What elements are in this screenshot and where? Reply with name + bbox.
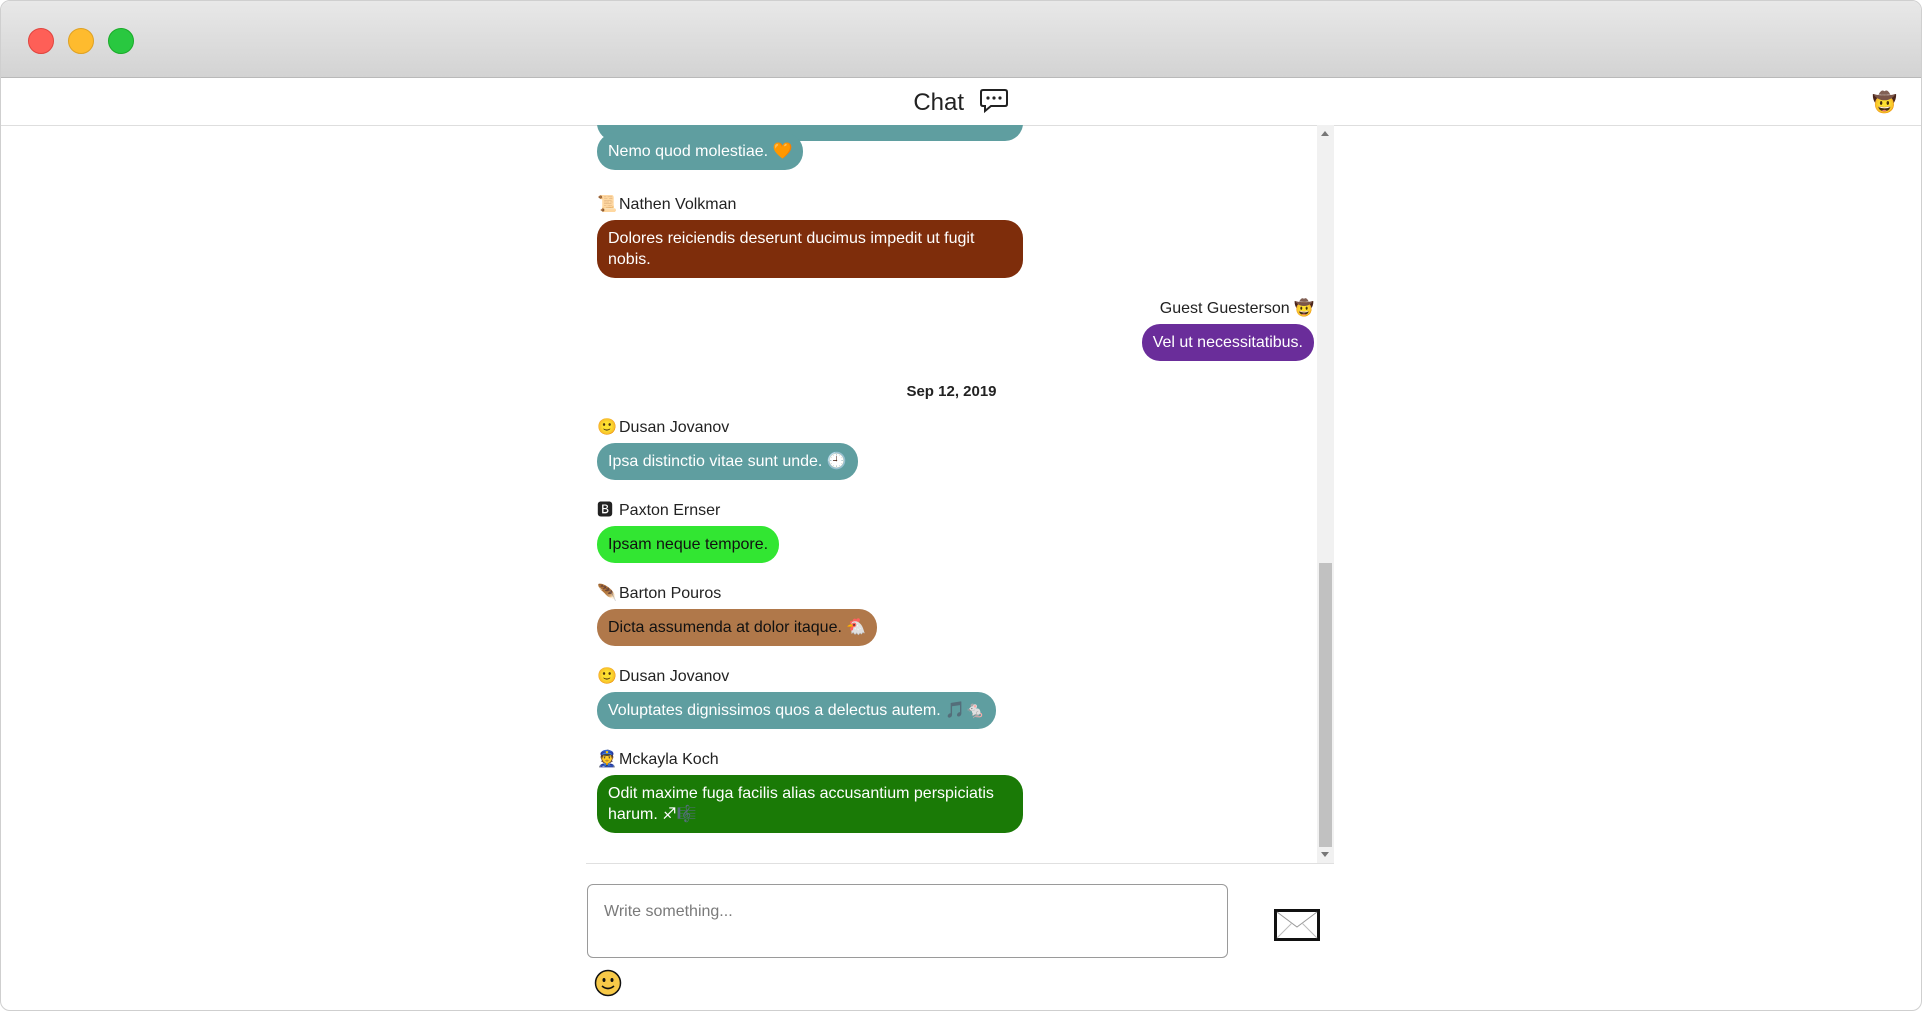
music-note-icon: 🎵🐁 (945, 702, 985, 719)
message-sender: 🙂 Dusan Jovanov (597, 667, 996, 687)
b-button-icon: 🅱 (597, 502, 614, 519)
message-text: Vel ut necessitatibus. (1152, 334, 1303, 351)
message-bubble: Nemo quod molestiae. 🧡 (597, 133, 804, 170)
sender-name: Dusan Jovanov (619, 668, 730, 685)
scroll-down-arrow-icon[interactable] (1321, 852, 1329, 857)
list-item: Nemo quod molestiae. 🧡 (597, 133, 804, 170)
message-bubble: Odit maxime fuga facilis alias accusanti… (597, 775, 1023, 833)
message-input[interactable] (602, 899, 1206, 925)
list-item: 📜 Nathen Volkman Dolores reiciendis deser… (597, 195, 1023, 278)
user-avatar-icon[interactable]: 🤠 (1872, 90, 1897, 115)
app-header: Chat 🤠 (1, 78, 1921, 126)
message-text: Voluptates dignissimos quos a delectus a… (608, 702, 941, 719)
police-officer-icon: 👮 (597, 751, 617, 768)
list-item: 👮 Mckayla Koch Odit maxime fuga facilis a… (597, 750, 1023, 833)
message-list[interactable]: Nemo quod molestiae. 🧡 📜 Nathen Volkman D… (586, 125, 1334, 863)
message-sender: 👮 Mckayla Koch (597, 750, 1023, 770)
page-title: Chat (1, 88, 1921, 121)
feather-icon: 🪶 (597, 585, 617, 602)
message-sender: 📜 Nathen Volkman (597, 195, 1023, 215)
list-item: 🙂 Dusan Jovanov Voluptates dignissimos qu… (597, 667, 996, 729)
envelope-icon (1274, 909, 1320, 941)
list-item: 🪶 Barton Pouros Dicta assumenda at dolor … (597, 584, 878, 646)
smiley-icon (594, 969, 622, 997)
message-text: Dolores reiciendis deserunt ducimus impe… (608, 230, 975, 268)
message-list-scrollbar[interactable] (1317, 125, 1334, 863)
message-sender: 🙂 Dusan Jovanov (597, 418, 858, 438)
message-bubble: Vel ut necessitatibus. (1141, 324, 1314, 361)
maximize-window-button[interactable] (108, 28, 134, 54)
emoji-picker-button[interactable] (594, 969, 622, 997)
list-item: 🙂 Dusan Jovanov Ipsa distinctio vitae sun… (597, 418, 858, 480)
scrollbar-thumb[interactable] (1319, 563, 1332, 847)
message-text: Nemo quod molestiae. (608, 143, 769, 160)
cowboy-face-icon: 🤠 (1294, 300, 1314, 317)
message-input-box[interactable] (587, 884, 1228, 958)
date-separator: Sep 12, 2019 (906, 383, 997, 400)
page-title-text: Chat (913, 89, 965, 116)
message-sender: Guest Guesterson 🤠 (1142, 299, 1314, 319)
sagittarius-icon: ♐🎼 (662, 806, 697, 823)
heart-icon: 🧡 (772, 143, 793, 160)
message-bubble: Ipsam neque tempore. (597, 526, 780, 563)
sender-name: Mckayla Koch (619, 751, 719, 768)
message-sender: 🅱 Paxton Ernser (597, 501, 779, 521)
sender-name: Barton Pouros (619, 585, 722, 602)
message-sender: 🪶 Barton Pouros (597, 584, 877, 604)
speech-bubble-icon (979, 88, 1009, 121)
message-bubble: Voluptates dignissimos quos a delectus a… (597, 692, 996, 729)
title-bar (1, 1, 1921, 78)
scroll-icon: 📜 (597, 196, 617, 213)
message-bubble: Dolores reiciendis deserunt ducimus impe… (597, 220, 1023, 278)
message-bubble: Ipsa distinctio vitae sunt unde. 🕘 (597, 443, 858, 480)
message-text: Ipsam neque tempore. (608, 536, 769, 553)
clock-icon: 🕘 (826, 453, 847, 470)
sender-name: Nathen Volkman (619, 196, 737, 213)
composer-divider (586, 863, 1334, 864)
send-button[interactable] (1274, 909, 1320, 941)
sender-name: Dusan Jovanov (619, 419, 730, 436)
message-bubble: Dicta assumenda at dolor itaque. 🐔 (597, 609, 878, 646)
sender-name: Paxton Ernser (619, 502, 721, 519)
scroll-up-arrow-icon[interactable] (1321, 131, 1329, 136)
close-window-button[interactable] (28, 28, 54, 54)
list-item: Guest Guesterson 🤠 Vel ut necessitatibus… (1141, 299, 1314, 361)
smiley-icon: 🙂 (597, 668, 617, 685)
message-text: Dicta assumenda at dolor itaque. (608, 619, 842, 636)
message-text: Ipsa distinctio vitae sunt unde. (608, 453, 823, 470)
minimize-window-button[interactable] (68, 28, 94, 54)
smiley-icon: 🙂 (597, 419, 617, 436)
chicken-icon: 🐔 (846, 619, 867, 636)
sender-name: Guest Guesterson (1159, 300, 1290, 317)
list-item: 🅱 Paxton Ernser Ipsam neque tempore. (597, 501, 780, 563)
